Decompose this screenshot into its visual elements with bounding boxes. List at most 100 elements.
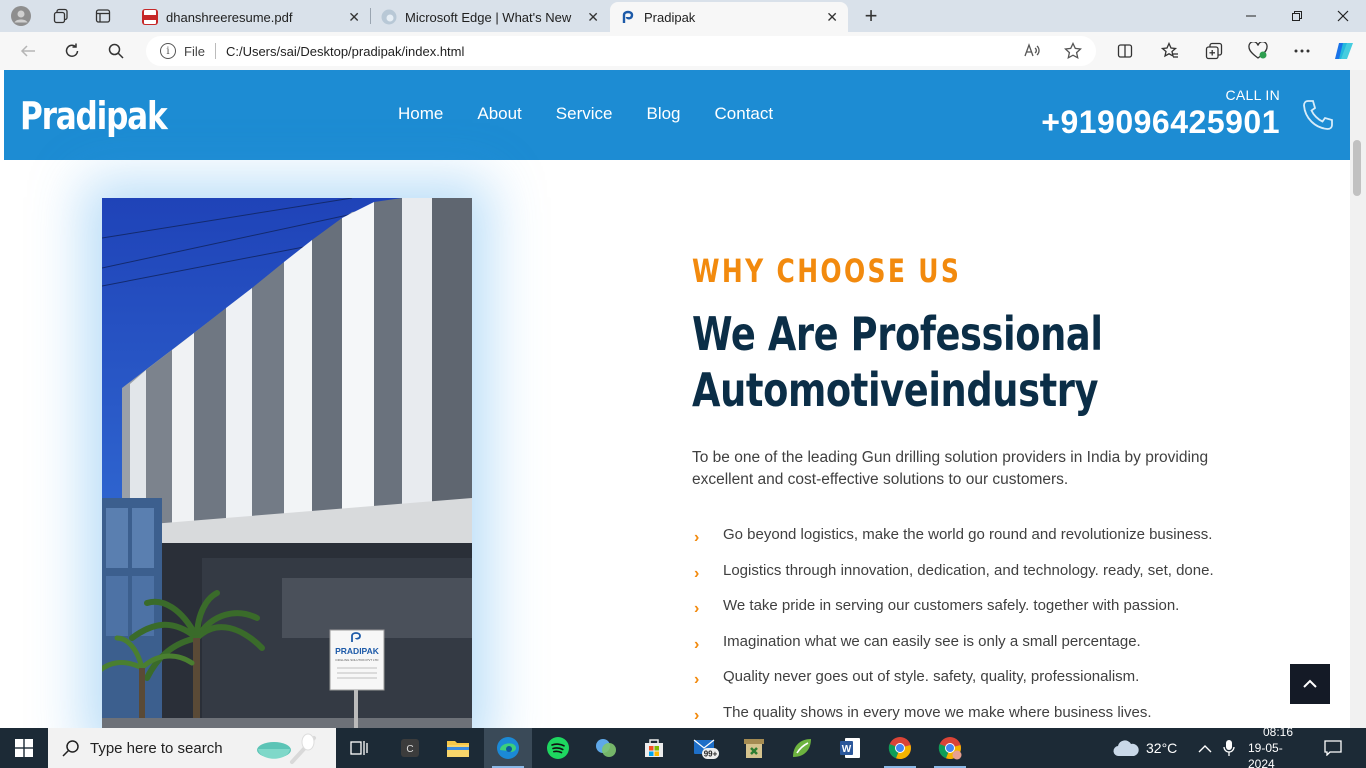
- feature-item: › We take pride in serving our customers …: [692, 597, 1214, 633]
- cortana-app-icon[interactable]: C: [386, 728, 434, 768]
- site-logo[interactable]: Pradipak: [20, 94, 168, 138]
- microsoft-store-icon[interactable]: [630, 728, 678, 768]
- call-number[interactable]: +919096425901: [1041, 104, 1280, 141]
- url-text[interactable]: C:/Users/sai/Desktop/pradipak/index.html: [226, 44, 464, 59]
- address-divider: [214, 43, 216, 59]
- clock[interactable]: 08:16 19-05-2024: [1248, 725, 1308, 768]
- chevron-right-icon: ›: [694, 635, 700, 653]
- close-tab-icon[interactable]: ✕: [348, 9, 360, 26]
- edge-taskbar-icon[interactable]: [484, 728, 532, 768]
- clock-time: 08:16: [1262, 725, 1294, 739]
- file-explorer-icon[interactable]: [434, 728, 482, 768]
- mail-app-icon[interactable]: 99+: [682, 728, 730, 768]
- browser-tab-strip: dhanshreeresume.pdf ✕ Microsoft Edge | W…: [0, 0, 1366, 32]
- spotify-icon[interactable]: [534, 728, 582, 768]
- search-highlight-icon: [252, 732, 322, 768]
- refresh-icon[interactable]: [58, 38, 86, 64]
- svg-text:C: C: [406, 744, 413, 755]
- tab-resume-pdf[interactable]: dhanshreeresume.pdf ✕: [132, 2, 370, 32]
- more-options-icon[interactable]: [1288, 38, 1316, 64]
- clock-date: 19-05-2024: [1248, 741, 1283, 768]
- tab-title: dhanshreeresume.pdf: [166, 9, 293, 25]
- close-tab-icon[interactable]: ✕: [826, 9, 838, 26]
- section-subtitle: WHY CHOOSE US: [692, 252, 962, 290]
- collections-icon[interactable]: [1200, 38, 1228, 64]
- favorite-star-icon[interactable]: [1059, 38, 1087, 64]
- task-view-icon[interactable]: [336, 728, 384, 768]
- edge-icon: [381, 9, 397, 25]
- weather-widget[interactable]: 32°C: [1112, 728, 1177, 768]
- feature-text: Go beyond logistics, make the world go r…: [723, 526, 1213, 543]
- headline-line-1: We Are Professional: [692, 307, 1103, 361]
- spring-tools-icon[interactable]: [778, 728, 826, 768]
- profile-icon[interactable]: [8, 4, 34, 28]
- search-icon[interactable]: [102, 38, 130, 64]
- call-label: CALL IN: [1225, 87, 1280, 103]
- copilot-icon[interactable]: [1330, 38, 1358, 64]
- restore-icon[interactable]: [1274, 0, 1320, 32]
- tab-title: Pradipak: [644, 9, 696, 25]
- workspaces-icon[interactable]: [48, 4, 74, 28]
- windows-start-icon[interactable]: [0, 728, 48, 768]
- chevron-right-icon: ›: [694, 600, 700, 618]
- read-aloud-icon[interactable]: [1019, 38, 1047, 64]
- section-headline: We Are Professional Automotiveindustry: [692, 306, 1140, 418]
- sign-brand: PRADIPAK: [335, 646, 380, 656]
- minimize-icon[interactable]: [1228, 0, 1274, 32]
- favorites-icon[interactable]: [1156, 38, 1184, 64]
- back-icon[interactable]: [14, 38, 42, 64]
- scheme-label: File: [184, 43, 205, 59]
- svg-text:W: W: [842, 744, 852, 755]
- building-photo: PRADIPAK DRILLING SOLUTION PVT LTD: [102, 198, 472, 728]
- notifications-icon[interactable]: [1324, 728, 1342, 768]
- feature-item: › Imagination what we can easily see is o…: [692, 633, 1214, 669]
- chevron-up-icon: [1303, 679, 1317, 688]
- new-tab-button[interactable]: +: [858, 3, 884, 28]
- show-hidden-icons[interactable]: [1198, 728, 1212, 768]
- chevron-right-icon: ›: [694, 529, 700, 546]
- nav-blog[interactable]: Blog: [646, 104, 680, 124]
- browser-toolbar: i File C:/Users/sai/Desktop/pradipak/ind…: [0, 32, 1366, 70]
- chrome-profile-icon[interactable]: [926, 728, 974, 768]
- close-tab-icon[interactable]: ✕: [587, 9, 599, 26]
- scrollbar-thumb[interactable]: [1353, 140, 1361, 196]
- microphone-icon[interactable]: [1222, 728, 1236, 768]
- chrome-icon[interactable]: [876, 728, 924, 768]
- nav-service[interactable]: Service: [556, 104, 613, 124]
- feature-text: Quality never goes out of style. safety,…: [723, 668, 1140, 686]
- word-icon[interactable]: W: [826, 728, 874, 768]
- chevron-right-icon: ›: [694, 564, 700, 582]
- feature-text: Logistics through innovation, dedication…: [723, 561, 1214, 579]
- photos-app-icon[interactable]: [582, 728, 630, 768]
- pdf-icon: [142, 9, 158, 25]
- feature-text: The quality shows in every move we make …: [723, 703, 1152, 721]
- chevron-right-icon: ›: [694, 706, 700, 724]
- split-screen-icon[interactable]: [1111, 38, 1139, 64]
- feature-text: We take pride in serving our customers s…: [723, 597, 1180, 615]
- feature-text: Imagination what we can easily see is on…: [723, 632, 1141, 650]
- web-page: Pradipak Home About Service Blog Contact…: [4, 70, 1350, 728]
- solitaire-icon[interactable]: [730, 728, 778, 768]
- nav-about[interactable]: About: [477, 104, 521, 124]
- tab-edge-whats-new[interactable]: Microsoft Edge | What's New ✕: [371, 2, 609, 32]
- cloud-icon: [1113, 740, 1139, 757]
- windows-taskbar: Type here to search C 99+ W 32°C 08:16 1…: [0, 725, 1366, 768]
- browser-essentials-icon[interactable]: [1244, 38, 1272, 64]
- tab-title: Microsoft Edge | What's New: [405, 9, 572, 25]
- feature-item: › Quality never goes out of style. safety…: [692, 668, 1214, 704]
- nav-home[interactable]: Home: [398, 104, 443, 124]
- feature-item: › Go beyond logistics, make the world go …: [692, 526, 1214, 562]
- feature-item: › The quality shows in every move we make…: [692, 704, 1214, 728]
- window-close-icon[interactable]: [1320, 0, 1366, 32]
- headline-line-2: Automotiveindustry: [692, 363, 1099, 417]
- tab-actions-icon[interactable]: [90, 4, 116, 28]
- tab-pradipak[interactable]: Pradipak ✕: [610, 2, 848, 32]
- site-info-icon[interactable]: i: [160, 43, 176, 59]
- address-bar[interactable]: i File C:/Users/sai/Desktop/pradipak/ind…: [146, 36, 1096, 66]
- chevron-right-icon: ›: [694, 671, 700, 689]
- taskbar-search[interactable]: Type here to search: [48, 728, 336, 768]
- nav-contact[interactable]: Contact: [715, 104, 774, 124]
- mail-badge: 99+: [704, 750, 718, 759]
- back-to-top-button[interactable]: [1290, 664, 1330, 704]
- sign-subtitle: DRILLING SOLUTION PVT LTD: [336, 658, 380, 662]
